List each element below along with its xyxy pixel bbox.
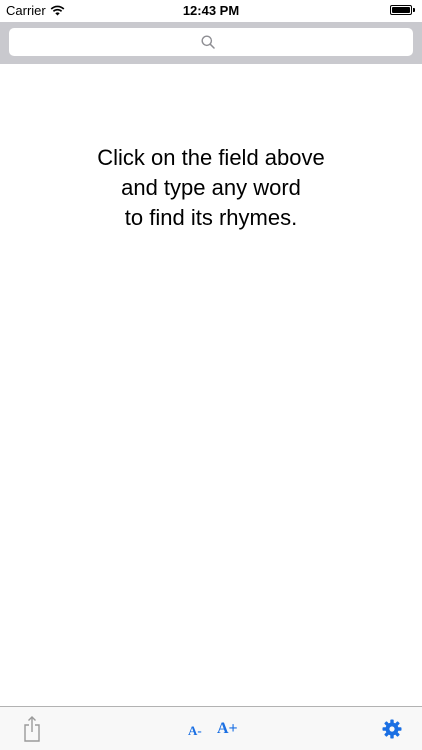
- status-time: 12:43 PM: [182, 3, 240, 18]
- instruction-text: Click on the field above and type any wo…: [0, 143, 422, 233]
- search-bar: [0, 22, 422, 64]
- instruction-line: and type any word: [121, 175, 301, 200]
- font-increase-button[interactable]: A+: [217, 720, 238, 738]
- battery-fill: [392, 7, 410, 13]
- battery-icon: [390, 5, 412, 15]
- instruction-line: to find its rhymes.: [124, 205, 298, 230]
- share-icon[interactable]: [22, 715, 42, 743]
- battery-nub: [413, 8, 415, 12]
- gear-icon[interactable]: [382, 719, 402, 739]
- search-icon: [201, 35, 215, 49]
- instruction-line: Click on the field above: [97, 145, 325, 170]
- status-bar: Carrier 12:43 PM: [0, 0, 422, 22]
- font-decrease-button[interactable]: A-: [188, 723, 202, 739]
- bottom-toolbar: A- A+: [0, 706, 422, 750]
